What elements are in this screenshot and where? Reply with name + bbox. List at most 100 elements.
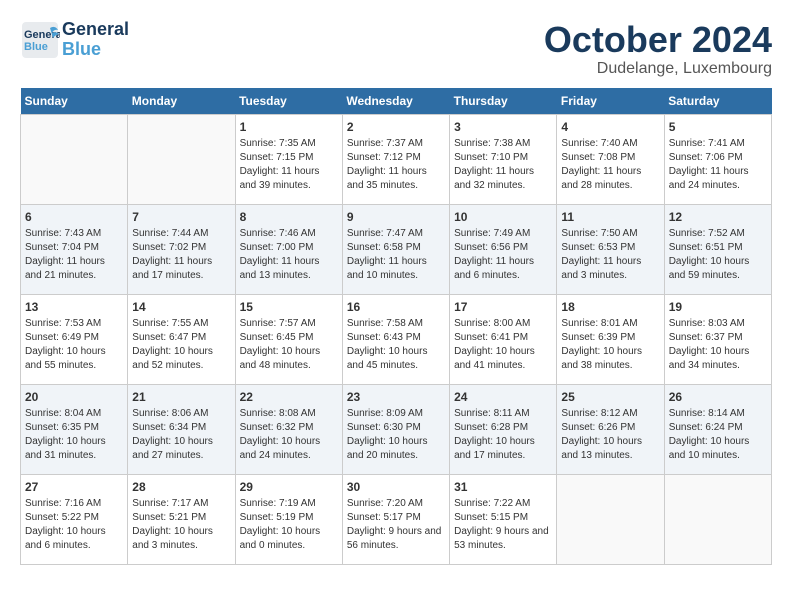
- day-info: Sunrise: 7:19 AM Sunset: 5:19 PM Dayligh…: [240, 497, 338, 553]
- week-row-5: 27Sunrise: 7:16 AM Sunset: 5:22 PM Dayli…: [21, 474, 772, 564]
- calendar-cell: 29Sunrise: 7:19 AM Sunset: 5:19 PM Dayli…: [235, 474, 342, 564]
- calendar-cell: 3Sunrise: 7:38 AM Sunset: 7:10 PM Daylig…: [450, 114, 557, 204]
- logo-text: General Blue: [62, 20, 129, 60]
- day-info: Sunrise: 8:04 AM Sunset: 6:35 PM Dayligh…: [25, 407, 123, 463]
- calendar-cell: 5Sunrise: 7:41 AM Sunset: 7:06 PM Daylig…: [664, 114, 771, 204]
- calendar-cell: 16Sunrise: 7:58 AM Sunset: 6:43 PM Dayli…: [342, 294, 449, 384]
- calendar-cell: 13Sunrise: 7:53 AM Sunset: 6:49 PM Dayli…: [21, 294, 128, 384]
- day-info: Sunrise: 7:17 AM Sunset: 5:21 PM Dayligh…: [132, 497, 230, 553]
- day-info: Sunrise: 8:06 AM Sunset: 6:34 PM Dayligh…: [132, 407, 230, 463]
- day-info: Sunrise: 8:12 AM Sunset: 6:26 PM Dayligh…: [561, 407, 659, 463]
- day-number: 1: [240, 119, 338, 136]
- calendar-cell: [128, 114, 235, 204]
- logo-icon: General Blue: [20, 20, 60, 60]
- day-number: 31: [454, 479, 552, 496]
- day-info: Sunrise: 7:46 AM Sunset: 7:00 PM Dayligh…: [240, 227, 338, 283]
- day-header-tuesday: Tuesday: [235, 88, 342, 115]
- day-number: 5: [669, 119, 767, 136]
- day-number: 6: [25, 209, 123, 226]
- day-header-monday: Monday: [128, 88, 235, 115]
- calendar-cell: 21Sunrise: 8:06 AM Sunset: 6:34 PM Dayli…: [128, 384, 235, 474]
- day-header-wednesday: Wednesday: [342, 88, 449, 115]
- day-number: 8: [240, 209, 338, 226]
- day-number: 24: [454, 389, 552, 406]
- day-info: Sunrise: 7:37 AM Sunset: 7:12 PM Dayligh…: [347, 137, 445, 193]
- day-info: Sunrise: 7:53 AM Sunset: 6:49 PM Dayligh…: [25, 317, 123, 373]
- svg-text:Blue: Blue: [24, 41, 48, 53]
- calendar-cell: 4Sunrise: 7:40 AM Sunset: 7:08 PM Daylig…: [557, 114, 664, 204]
- day-info: Sunrise: 7:22 AM Sunset: 5:15 PM Dayligh…: [454, 497, 552, 553]
- day-number: 10: [454, 209, 552, 226]
- page-header: General Blue General Blue October 2024 D…: [20, 20, 772, 78]
- day-number: 11: [561, 209, 659, 226]
- day-info: Sunrise: 7:55 AM Sunset: 6:47 PM Dayligh…: [132, 317, 230, 373]
- calendar-cell: 2Sunrise: 7:37 AM Sunset: 7:12 PM Daylig…: [342, 114, 449, 204]
- calendar-cell: 20Sunrise: 8:04 AM Sunset: 6:35 PM Dayli…: [21, 384, 128, 474]
- day-info: Sunrise: 7:40 AM Sunset: 7:08 PM Dayligh…: [561, 137, 659, 193]
- calendar-cell: 18Sunrise: 8:01 AM Sunset: 6:39 PM Dayli…: [557, 294, 664, 384]
- calendar-cell: 6Sunrise: 7:43 AM Sunset: 7:04 PM Daylig…: [21, 204, 128, 294]
- day-number: 3: [454, 119, 552, 136]
- day-info: Sunrise: 7:58 AM Sunset: 6:43 PM Dayligh…: [347, 317, 445, 373]
- day-info: Sunrise: 8:01 AM Sunset: 6:39 PM Dayligh…: [561, 317, 659, 373]
- day-number: 2: [347, 119, 445, 136]
- logo: General Blue General Blue: [20, 20, 129, 60]
- calendar-cell: 12Sunrise: 7:52 AM Sunset: 6:51 PM Dayli…: [664, 204, 771, 294]
- week-row-1: 1Sunrise: 7:35 AM Sunset: 7:15 PM Daylig…: [21, 114, 772, 204]
- day-info: Sunrise: 7:44 AM Sunset: 7:02 PM Dayligh…: [132, 227, 230, 283]
- month-title: October 2024: [544, 20, 772, 60]
- day-header-friday: Friday: [557, 88, 664, 115]
- day-number: 19: [669, 299, 767, 316]
- day-number: 18: [561, 299, 659, 316]
- day-info: Sunrise: 7:52 AM Sunset: 6:51 PM Dayligh…: [669, 227, 767, 283]
- day-info: Sunrise: 8:08 AM Sunset: 6:32 PM Dayligh…: [240, 407, 338, 463]
- day-header-thursday: Thursday: [450, 88, 557, 115]
- calendar-cell: 1Sunrise: 7:35 AM Sunset: 7:15 PM Daylig…: [235, 114, 342, 204]
- calendar-cell: 31Sunrise: 7:22 AM Sunset: 5:15 PM Dayli…: [450, 474, 557, 564]
- calendar-cell: 23Sunrise: 8:09 AM Sunset: 6:30 PM Dayli…: [342, 384, 449, 474]
- day-number: 23: [347, 389, 445, 406]
- day-number: 20: [25, 389, 123, 406]
- day-info: Sunrise: 7:49 AM Sunset: 6:56 PM Dayligh…: [454, 227, 552, 283]
- day-number: 27: [25, 479, 123, 496]
- day-number: 16: [347, 299, 445, 316]
- day-info: Sunrise: 7:35 AM Sunset: 7:15 PM Dayligh…: [240, 137, 338, 193]
- day-info: Sunrise: 7:50 AM Sunset: 6:53 PM Dayligh…: [561, 227, 659, 283]
- calendar-table: SundayMondayTuesdayWednesdayThursdayFrid…: [20, 88, 772, 565]
- calendar-cell: 14Sunrise: 7:55 AM Sunset: 6:47 PM Dayli…: [128, 294, 235, 384]
- day-info: Sunrise: 7:57 AM Sunset: 6:45 PM Dayligh…: [240, 317, 338, 373]
- day-header-saturday: Saturday: [664, 88, 771, 115]
- logo-general-text: General: [62, 20, 129, 40]
- calendar-cell: 8Sunrise: 7:46 AM Sunset: 7:00 PM Daylig…: [235, 204, 342, 294]
- calendar-cell: 11Sunrise: 7:50 AM Sunset: 6:53 PM Dayli…: [557, 204, 664, 294]
- calendar-cell: 10Sunrise: 7:49 AM Sunset: 6:56 PM Dayli…: [450, 204, 557, 294]
- location-text: Dudelange, Luxembourg: [544, 60, 772, 78]
- day-number: 21: [132, 389, 230, 406]
- day-number: 12: [669, 209, 767, 226]
- week-row-3: 13Sunrise: 7:53 AM Sunset: 6:49 PM Dayli…: [21, 294, 772, 384]
- calendar-cell: 17Sunrise: 8:00 AM Sunset: 6:41 PM Dayli…: [450, 294, 557, 384]
- title-block: October 2024 Dudelange, Luxembourg: [544, 20, 772, 78]
- calendar-cell: 22Sunrise: 8:08 AM Sunset: 6:32 PM Dayli…: [235, 384, 342, 474]
- day-number: 17: [454, 299, 552, 316]
- calendar-cell: [664, 474, 771, 564]
- calendar-cell: 25Sunrise: 8:12 AM Sunset: 6:26 PM Dayli…: [557, 384, 664, 474]
- day-number: 22: [240, 389, 338, 406]
- calendar-cell: [557, 474, 664, 564]
- day-number: 28: [132, 479, 230, 496]
- day-info: Sunrise: 7:41 AM Sunset: 7:06 PM Dayligh…: [669, 137, 767, 193]
- day-info: Sunrise: 8:03 AM Sunset: 6:37 PM Dayligh…: [669, 317, 767, 373]
- day-number: 14: [132, 299, 230, 316]
- day-number: 30: [347, 479, 445, 496]
- calendar-cell: 27Sunrise: 7:16 AM Sunset: 5:22 PM Dayli…: [21, 474, 128, 564]
- week-row-4: 20Sunrise: 8:04 AM Sunset: 6:35 PM Dayli…: [21, 384, 772, 474]
- calendar-header-row: SundayMondayTuesdayWednesdayThursdayFrid…: [21, 88, 772, 115]
- day-info: Sunrise: 8:09 AM Sunset: 6:30 PM Dayligh…: [347, 407, 445, 463]
- logo-blue-text: Blue: [62, 40, 129, 60]
- day-number: 9: [347, 209, 445, 226]
- day-number: 26: [669, 389, 767, 406]
- day-info: Sunrise: 8:14 AM Sunset: 6:24 PM Dayligh…: [669, 407, 767, 463]
- calendar-cell: 26Sunrise: 8:14 AM Sunset: 6:24 PM Dayli…: [664, 384, 771, 474]
- calendar-cell: 9Sunrise: 7:47 AM Sunset: 6:58 PM Daylig…: [342, 204, 449, 294]
- calendar-cell: 24Sunrise: 8:11 AM Sunset: 6:28 PM Dayli…: [450, 384, 557, 474]
